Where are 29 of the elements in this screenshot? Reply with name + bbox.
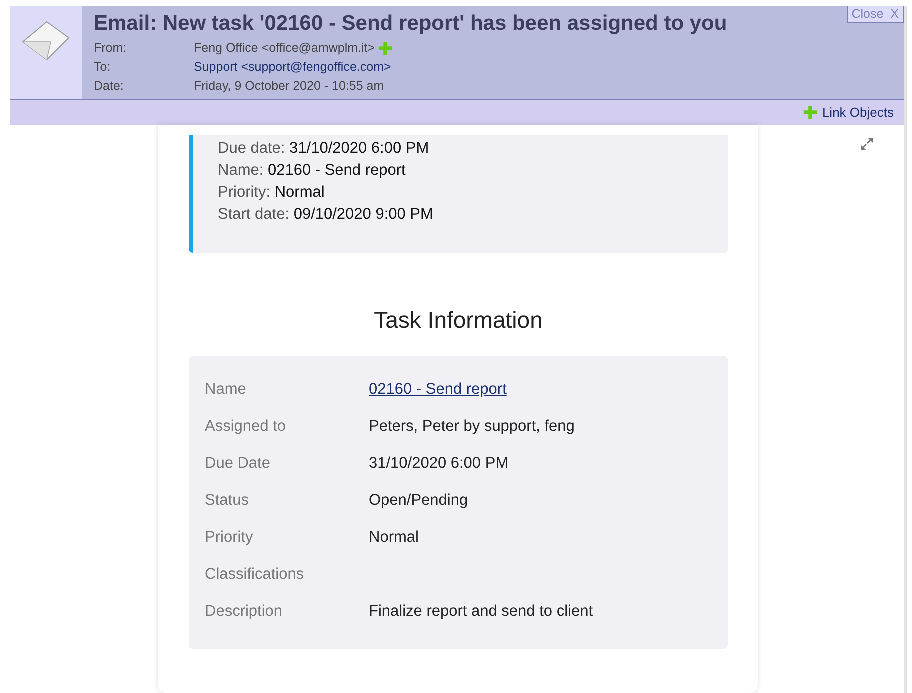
add-icon (803, 105, 818, 120)
row-value: Finalize report and send to client (369, 602, 594, 622)
row-label: Due Date (205, 454, 272, 474)
field-value: Friday, 9 October 2020 - 10:55 am (194, 78, 384, 95)
row-value: Open/Pending (369, 491, 468, 512)
recipient-link[interactable]: Support <support@fengoffice.com> (194, 58, 392, 77)
summary-line: Priority: Normal (218, 183, 326, 203)
field-value: Feng Office <office@amwplm.it> (194, 40, 376, 57)
row-label: Description (205, 602, 284, 622)
field-label: Date: (94, 78, 125, 95)
summary-line: Name: 02160 - Send report (218, 161, 407, 181)
row-value: 31/10/2020 6:00 PM (369, 454, 509, 474)
link-objects-button[interactable]: Link Objects (803, 102, 894, 122)
section-heading: Task Information (373, 306, 544, 335)
email-title: Email: New task '02160 - Send report' has been assigned to you (94, 11, 728, 37)
row-label: Assigned to (205, 417, 287, 438)
field-label: From: (94, 40, 128, 57)
summary-line: Start date: 09/10/2020 9:00 PM (218, 205, 434, 225)
row-label: Priority (205, 528, 254, 548)
task-link[interactable]: 02160 - Send report (369, 378, 507, 402)
row-label: Status (205, 491, 250, 512)
envelope-icon (21, 20, 71, 62)
field-label: To: (94, 59, 112, 76)
row-label: Classifications (205, 565, 306, 586)
row-value: Peters, Peter by support, feng (369, 417, 575, 438)
row-label: Name (205, 380, 248, 400)
row-value: Normal (369, 528, 419, 548)
expand-icon[interactable] (860, 137, 874, 151)
summary-line: Due date: 31/10/2020 6:00 PM (218, 139, 430, 159)
